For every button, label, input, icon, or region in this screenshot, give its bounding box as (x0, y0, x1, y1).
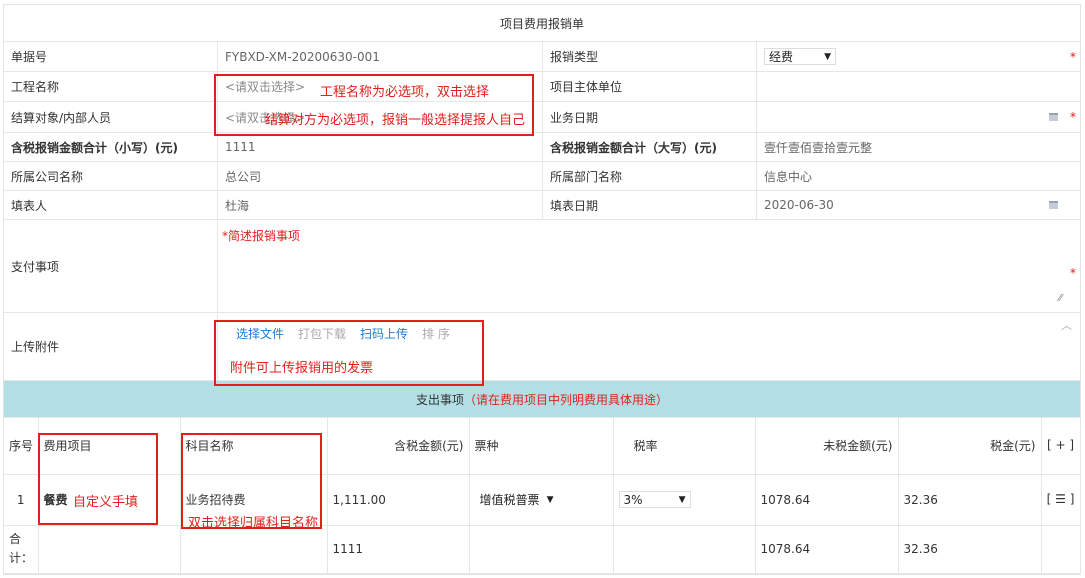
project-owner-label: 项目主体单位 (543, 72, 757, 101)
chevron-down-icon: ▼ (678, 494, 686, 505)
add-row-button[interactable]: [ + ] (1041, 418, 1081, 475)
collapse-icon[interactable]: ︿ (1061, 317, 1072, 333)
dept-label: 所属部门名称 (543, 162, 757, 190)
row-project-name: 工程名称 <请双击选择> 项目主体单位 (4, 72, 1080, 102)
chevron-down-icon: ▼ (824, 51, 831, 62)
filler-label: 填表人 (4, 191, 218, 219)
chevron-down-icon: ▼ (546, 494, 554, 505)
company-label: 所属公司名称 (4, 162, 218, 190)
amount-small-value: 1111 (218, 133, 543, 161)
row-company: 所属公司名称 总公司 所属部门名称 信息中心 (4, 162, 1080, 191)
table-total-row: 合计： 1111 1078.64 32.36 (4, 525, 1081, 574)
resize-handle-icon[interactable]: ⁄⁄ (1059, 293, 1062, 304)
fill-date-value: 2020-06-30 (764, 198, 834, 212)
row-rate-cell: 3% ▼ (613, 474, 756, 526)
amount-big-label: 含税报销金额合计（大写）(元) (543, 133, 757, 161)
annotation-settle: 结算对方为必选项，报销一般选择提报人自己 (265, 113, 526, 128)
settle-label: 结算对象/内部人员 (4, 102, 218, 132)
row-amount-tax[interactable]: 1,111.00 (327, 474, 470, 526)
ticket-select[interactable]: 增值税普票 ▼ (474, 491, 559, 508)
col-rate: 税率 (613, 418, 756, 475)
row-payment: 支付事项 *简述报销事项 * ⁄⁄ (4, 220, 1080, 313)
calendar-icon[interactable] (1049, 113, 1058, 121)
fill-date-input[interactable]: 2020-06-30 (757, 191, 1080, 219)
col-amount-notax: 未税金额(元) (755, 418, 899, 475)
total-amount-tax: 1111 (327, 525, 470, 574)
row-filler: 填表人 杜海 填表日期 2020-06-30 (4, 191, 1080, 220)
col-amount-tax: 含税金额(元) (327, 418, 470, 475)
amount-big-value: 壹仟壹佰壹拾壹元整 (764, 140, 873, 155)
payment-hint: *简述报销事项 (222, 229, 301, 243)
total-label: 合计： (4, 525, 39, 574)
row-ticket-cell: 增值税普票 ▼ (469, 474, 614, 526)
company-value: 总公司 (218, 162, 543, 190)
total-empty-2 (180, 525, 328, 574)
total-empty-5 (1041, 525, 1081, 574)
biz-date-label: 业务日期 (543, 102, 757, 132)
col-tax: 税金(元) (898, 418, 1042, 475)
rate-select[interactable]: 3% ▼ (618, 491, 691, 508)
expense-band-hint: （请在费用项目中列明费用具体用途） (464, 392, 669, 407)
table-header-row: 序号 费用项目 科目名称 含税金额(元) 票种 税率 未税金额(元) 税金(元)… (4, 418, 1081, 475)
payment-textarea[interactable]: *简述报销事项 * ⁄⁄ (218, 220, 1080, 312)
ticket-value: 增值税普票 (479, 493, 540, 507)
total-empty-1 (38, 525, 181, 574)
row-amount-notax: 1078.64 (755, 474, 899, 526)
reimb-type-cell: 经费 ▼ * (757, 42, 1080, 71)
expense-band-label: 支出事项 (415, 392, 464, 407)
total-amount-notax: 1078.64 (755, 525, 899, 574)
annotation-item: 自定义手填 (73, 495, 139, 510)
row-doc-no: 单据号 FYBXD-XM-20200630-001 报销类型 经费 ▼ * (4, 42, 1080, 72)
annotation-subject: 双击选择归属科目名称 (188, 516, 319, 531)
required-mark: * (1070, 49, 1076, 64)
row-menu-button[interactable]: [ ☰ ] (1041, 474, 1081, 526)
annotation-box-upload (214, 320, 484, 386)
upload-label: 上传附件 (4, 313, 218, 380)
biz-date-input[interactable]: * (757, 102, 1080, 132)
amount-small-label: 含税报销金额合计（小写）(元) (4, 133, 218, 161)
reimb-type-label: 报销类型 (543, 42, 757, 71)
row-amount: 含税报销金额合计（小写）(元) 1111 含税报销金额合计（大写）(元) 壹仟壹… (4, 133, 1080, 162)
annotation-project-name: 工程名称为必选项，双击选择 (320, 85, 490, 100)
annotation-box-item (38, 433, 158, 525)
reimb-type-select[interactable]: 经费 ▼ (764, 48, 836, 65)
project-name-label: 工程名称 (4, 72, 218, 101)
project-owner-value[interactable] (757, 72, 1080, 101)
annotation-upload: 附件可上传报销用的发票 (230, 361, 374, 376)
total-tax: 32.36 (898, 525, 1042, 574)
col-seq: 序号 (4, 418, 39, 475)
row-upload: 上传附件 选择文件 打包下载 扫码上传 排 序 ︿ (4, 313, 1080, 381)
doc-no-label: 单据号 (4, 42, 218, 71)
expense-band: 支出事项 （请在费用项目中列明费用具体用途） (4, 381, 1080, 418)
total-empty-4 (613, 525, 756, 574)
col-ticket: 票种 (469, 418, 614, 475)
form-title: 项目费用报销单 (4, 5, 1080, 42)
payment-label: 支付事项 (4, 220, 218, 312)
row-seq: 1 (4, 474, 39, 526)
required-mark: * (1070, 266, 1076, 280)
total-empty-3 (469, 525, 614, 574)
row-tax: 32.36 (898, 474, 1042, 526)
filler-value: 杜海 (218, 191, 543, 219)
doc-no-value: FYBXD-XM-20200630-001 (218, 42, 543, 71)
required-mark: * (1070, 110, 1076, 124)
reimb-type-value: 经费 (769, 50, 794, 64)
fill-date-label: 填表日期 (543, 191, 757, 219)
dept-value: 信息中心 (764, 169, 813, 184)
row-settle: 结算对象/内部人员 <请双击选择> 业务日期 * (4, 102, 1080, 133)
calendar-icon[interactable] (1049, 201, 1058, 209)
expense-table: 序号 费用项目 科目名称 含税金额(元) 票种 税率 未税金额(元) 税金(元)… (4, 418, 1081, 574)
rate-value: 3% (623, 492, 643, 507)
table-row: 1 餐费 业务招待费 1,111.00 增值税普票 ▼ 3% ▼ 1078.64… (4, 474, 1081, 526)
reimbursement-form: 项目费用报销单 单据号 FYBXD-XM-20200630-001 报销类型 经… (3, 4, 1081, 575)
